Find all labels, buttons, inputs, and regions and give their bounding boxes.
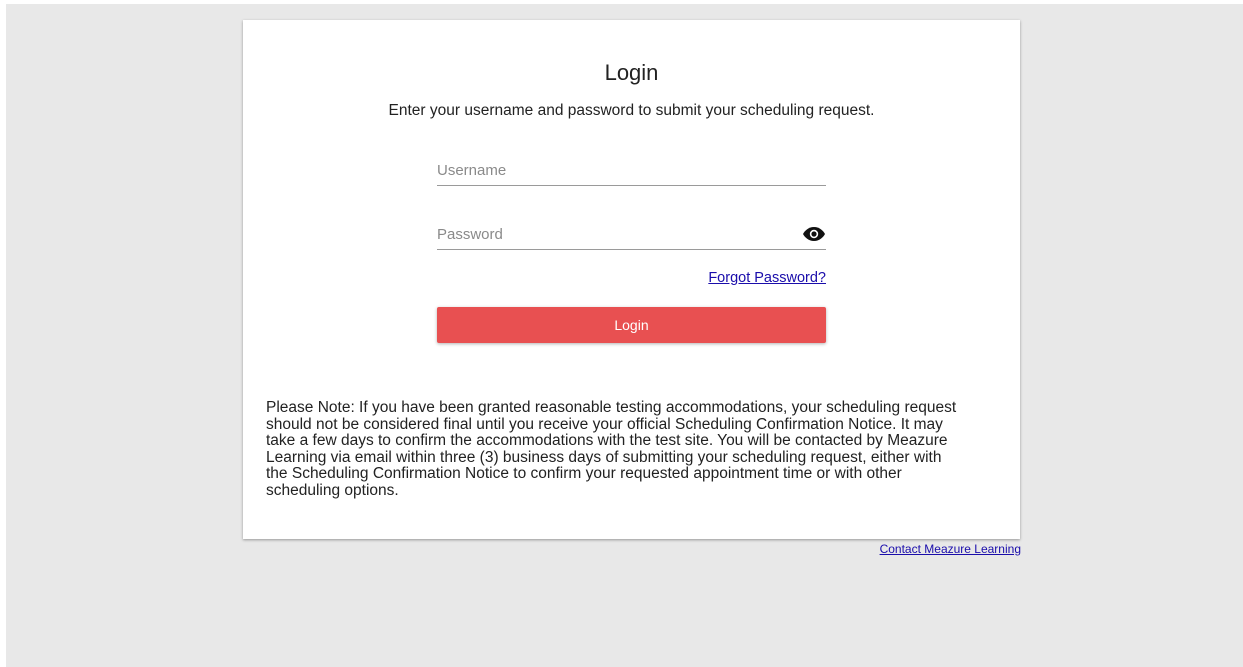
login-instructions: Enter your username and password to subm… <box>388 102 875 119</box>
forgot-password-link[interactable]: Forgot Password? <box>708 270 826 286</box>
accommodations-note: Please Note: If you have been granted re… <box>266 399 957 499</box>
password-input[interactable] <box>437 219 797 249</box>
eye-icon[interactable] <box>802 225 826 243</box>
page-title: Login <box>604 60 659 85</box>
username-input[interactable] <box>437 155 797 185</box>
login-card: Login Enter your username and password t… <box>243 20 1020 539</box>
contact-link[interactable]: Contact Meazure Learning <box>846 542 1021 556</box>
username-field <box>437 155 826 186</box>
password-field <box>437 219 826 250</box>
login-button[interactable]: Login <box>437 307 826 343</box>
